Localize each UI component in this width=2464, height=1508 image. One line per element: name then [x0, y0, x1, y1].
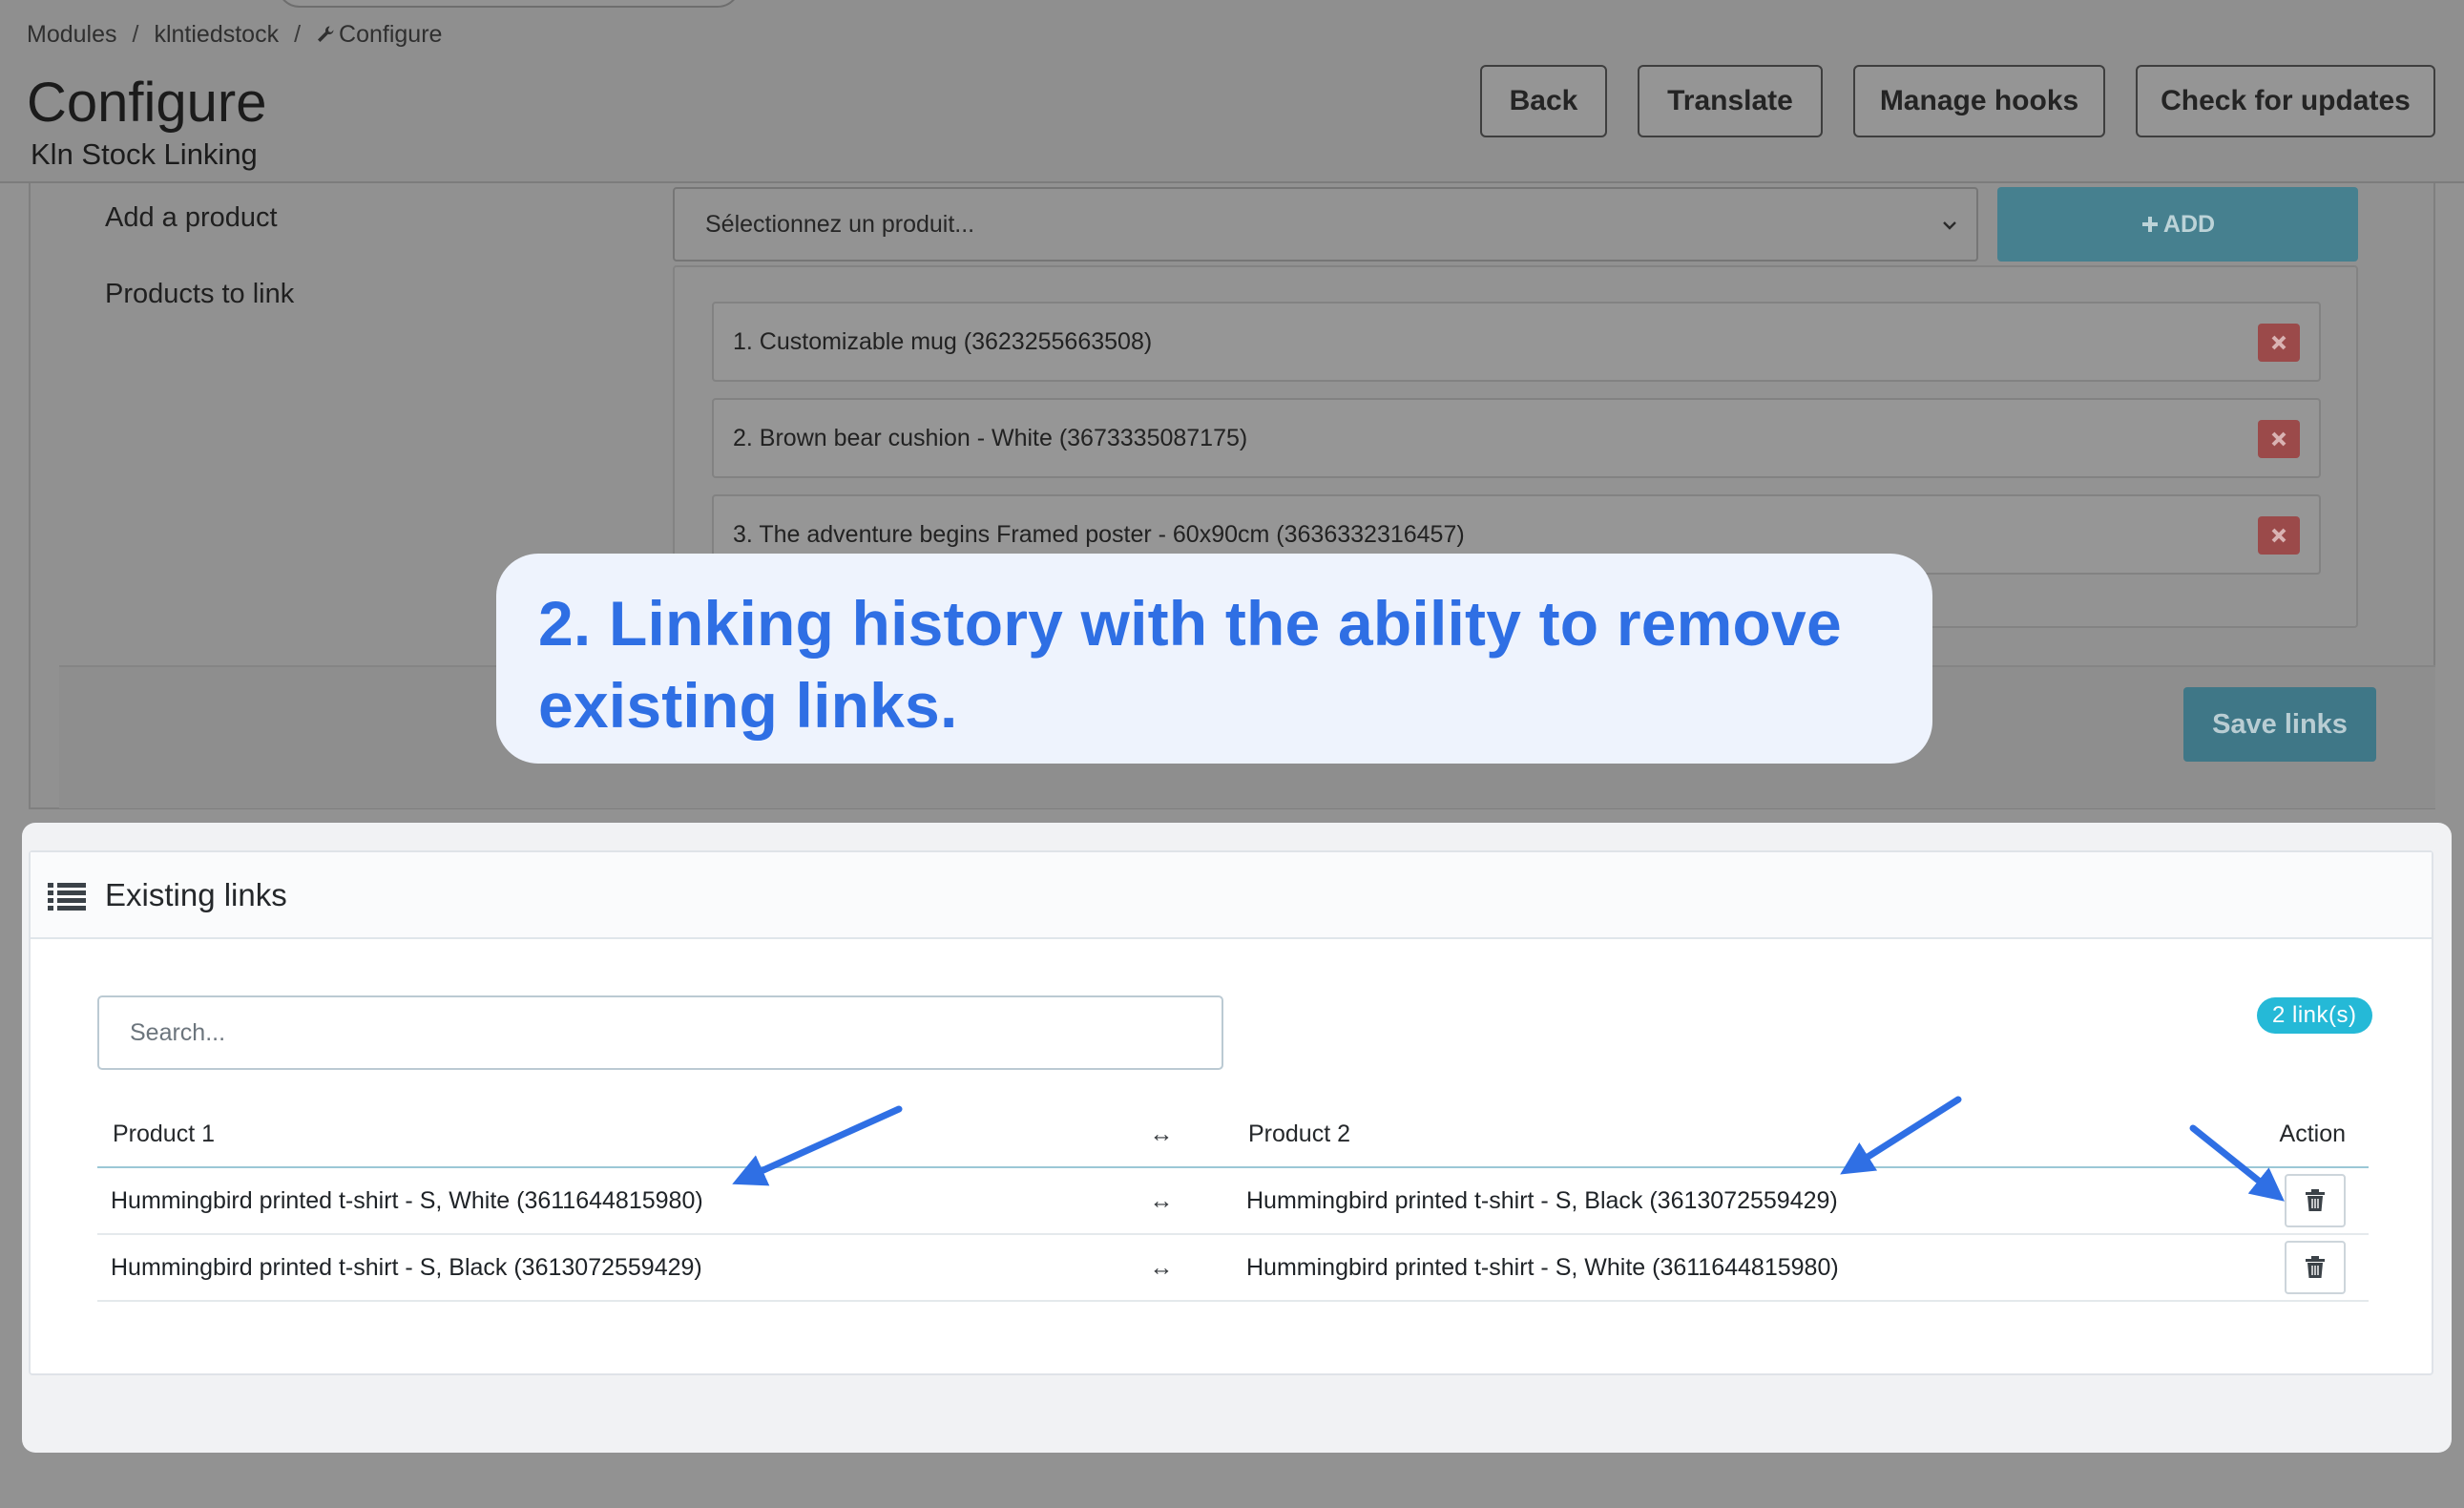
page-subtitle: Kln Stock Linking	[31, 137, 258, 171]
plus-icon	[2141, 217, 2158, 232]
column-header-arrow: ↔	[1090, 1102, 1233, 1168]
link-count-badge: 2 link(s)	[2257, 997, 2372, 1034]
card-header: Existing links	[31, 852, 2432, 939]
remove-product-button[interactable]	[2258, 420, 2300, 458]
breadcrumb-item-configure: Configure	[316, 21, 442, 49]
wrench-icon	[318, 26, 334, 42]
list-item: 2. Brown bear cushion - White (367333508…	[712, 398, 2321, 478]
product-item-label: 3. The adventure begins Framed poster - …	[733, 520, 1465, 548]
annotation-callout: 2. Linking history with the ability to r…	[496, 554, 1932, 764]
close-icon	[2271, 431, 2287, 447]
delete-link-button[interactable]	[2285, 1174, 2346, 1227]
trash-icon	[2306, 1256, 2325, 1278]
breadcrumb: Modules / klntiedstock / Configure	[27, 21, 442, 49]
row-product1: Hummingbird printed t-shirt - S, Black (…	[97, 1234, 1090, 1302]
breadcrumb-item-module[interactable]: klntiedstock	[154, 21, 279, 49]
page-title: Configure	[27, 72, 267, 134]
callout-line-2: existing links.	[538, 670, 958, 741]
products-to-link-label: Products to link	[105, 279, 295, 309]
chevron-down-icon	[1943, 221, 1956, 230]
row-action	[2201, 1234, 2369, 1302]
product-select-value: Sélectionnez un produit...	[705, 210, 975, 238]
table-row: Hummingbird printed t-shirt - S, White (…	[97, 1167, 2369, 1235]
column-header-action: Action	[2201, 1102, 2369, 1168]
manage-hooks-button[interactable]: Manage hooks	[1853, 65, 2105, 137]
breadcrumb-current-label: Configure	[339, 21, 443, 48]
existing-links-card: Existing links 2 link(s) Product 1 ↔ Pro…	[29, 850, 2433, 1375]
remove-product-button[interactable]	[2258, 324, 2300, 362]
add-product-button[interactable]: ADD	[1997, 187, 2358, 262]
close-icon	[2271, 335, 2287, 350]
column-header-product2: Product 2	[1233, 1102, 2202, 1168]
top-search-stub	[277, 0, 741, 8]
save-links-button[interactable]: Save links	[2183, 687, 2376, 762]
add-product-label: Add a product	[105, 202, 278, 233]
table-row: Hummingbird printed t-shirt - S, Black (…	[97, 1234, 2369, 1302]
row-link-arrow: ↔	[1090, 1167, 1233, 1235]
remove-product-button[interactable]	[2258, 516, 2300, 555]
column-header-product1: Product 1	[97, 1102, 1090, 1168]
table-header-row: Product 1 ↔ Product 2 Action	[97, 1102, 2369, 1168]
trash-icon	[2306, 1189, 2325, 1211]
row-action	[2201, 1167, 2369, 1235]
back-button[interactable]: Back	[1480, 65, 1607, 137]
breadcrumb-separator: /	[132, 21, 139, 48]
callout-line-1: 2. Linking history with the ability to r…	[538, 588, 1842, 659]
product-item-label: 1. Customizable mug (3623255663508)	[733, 327, 1153, 355]
links-table: Product 1 ↔ Product 2 Action Hummingbird…	[97, 1102, 2369, 1302]
add-button-label: ADD	[2162, 210, 2216, 238]
delete-link-button[interactable]	[2285, 1241, 2346, 1294]
breadcrumb-separator: /	[294, 21, 302, 48]
page-header: Modules / klntiedstock / Configure Confi…	[0, 0, 2464, 183]
row-product2: Hummingbird printed t-shirt - S, White (…	[1233, 1234, 2202, 1302]
card-title: Existing links	[105, 877, 287, 912]
row-product1: Hummingbird printed t-shirt - S, White (…	[97, 1167, 1090, 1235]
translate-button[interactable]: Translate	[1638, 65, 1823, 137]
breadcrumb-item-modules[interactable]: Modules	[27, 21, 117, 49]
product-item-label: 2. Brown bear cushion - White (367333508…	[733, 424, 1248, 451]
search-input[interactable]	[97, 995, 1223, 1070]
close-icon	[2271, 528, 2287, 543]
list-item: 1. Customizable mug (3623255663508)	[712, 302, 2321, 382]
check-updates-button[interactable]: Check for updates	[2136, 65, 2435, 137]
row-link-arrow: ↔	[1090, 1234, 1233, 1302]
row-product2: Hummingbird printed t-shirt - S, Black (…	[1233, 1167, 2202, 1235]
product-select[interactable]: Sélectionnez un produit...	[673, 187, 1978, 262]
list-icon	[48, 883, 86, 911]
